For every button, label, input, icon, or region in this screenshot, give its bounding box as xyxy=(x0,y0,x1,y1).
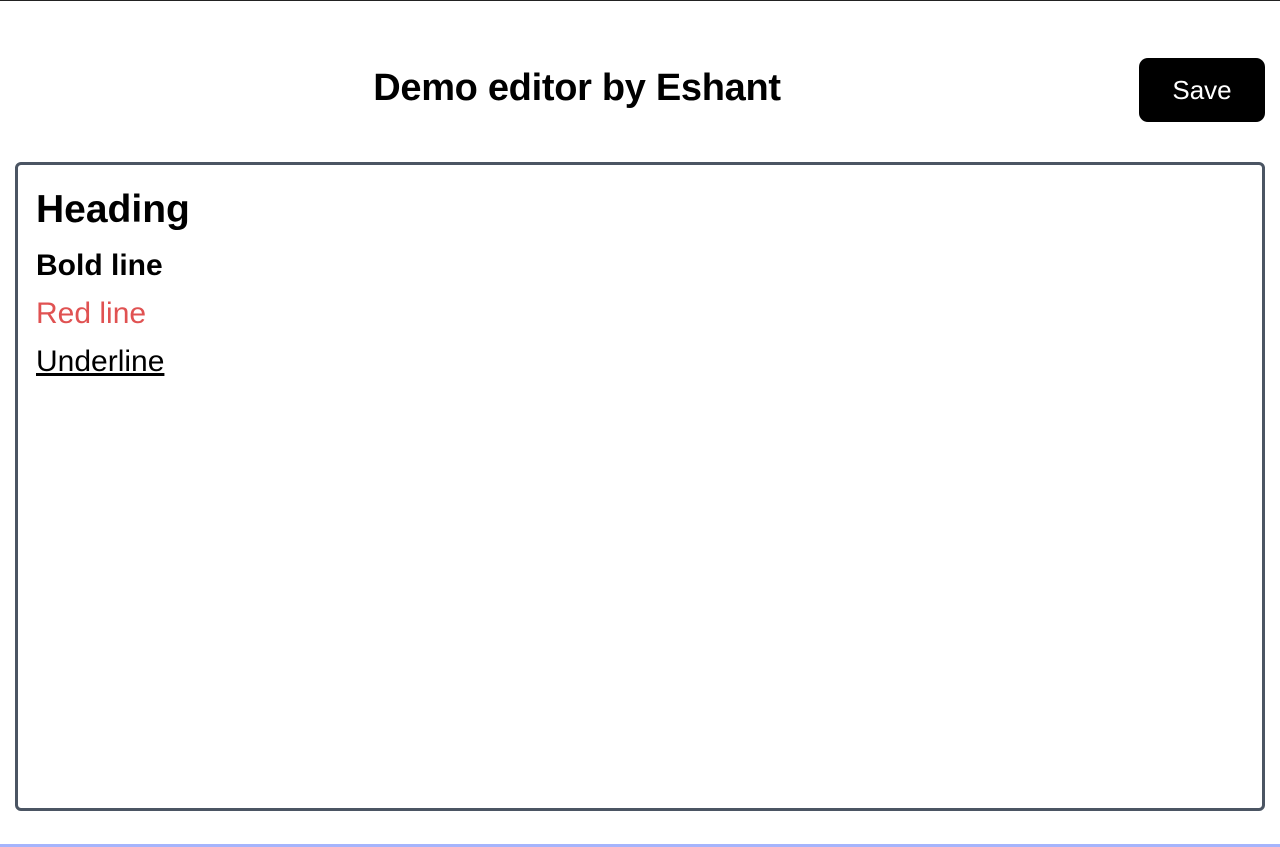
page-title: Demo editor by Eshant xyxy=(373,67,781,109)
rich-text-editor[interactable]: Heading Bold line Red line Underline xyxy=(15,162,1265,811)
editor-underline-line[interactable]: Underline xyxy=(36,339,1244,385)
editor-bold-line[interactable]: Bold line xyxy=(36,243,1244,289)
save-button[interactable]: Save xyxy=(1139,58,1265,122)
editor-red-line[interactable]: Red line xyxy=(36,291,1244,337)
editor-heading-line[interactable]: Heading xyxy=(36,187,1244,233)
